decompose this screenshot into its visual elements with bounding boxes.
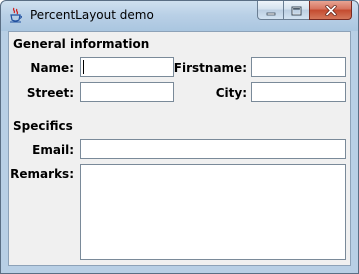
email-input[interactable] bbox=[80, 139, 346, 159]
remarks-label: Remarks: bbox=[10, 167, 74, 181]
app-window: PercentLayout demo General information N… bbox=[0, 0, 359, 274]
window-title: PercentLayout demo bbox=[30, 8, 154, 22]
caption-buttons bbox=[257, 1, 352, 20]
minimize-button[interactable] bbox=[257, 1, 283, 20]
general-information-heading: General information bbox=[13, 37, 150, 51]
street-label: Street: bbox=[26, 86, 74, 100]
city-label: City: bbox=[215, 86, 247, 100]
close-icon bbox=[324, 1, 337, 20]
close-button[interactable] bbox=[309, 1, 352, 20]
city-input[interactable] bbox=[251, 82, 346, 102]
email-label: Email: bbox=[32, 143, 74, 157]
maximize-button[interactable] bbox=[283, 1, 309, 20]
firstname-input[interactable] bbox=[251, 57, 346, 77]
firstname-label: Firstname: bbox=[173, 61, 247, 75]
name-input[interactable] bbox=[80, 57, 174, 77]
content-panel: General information Name: Firstname: Str… bbox=[8, 31, 351, 266]
maximize-icon bbox=[291, 1, 302, 20]
specifics-heading: Specifics bbox=[13, 119, 73, 133]
remarks-textarea[interactable] bbox=[80, 164, 346, 260]
title-bar[interactable]: PercentLayout demo bbox=[1, 1, 358, 31]
java-cup-icon bbox=[8, 7, 24, 23]
minimize-icon bbox=[266, 1, 276, 20]
name-label: Name: bbox=[30, 61, 74, 75]
street-input[interactable] bbox=[80, 82, 174, 102]
text-caret bbox=[83, 60, 84, 74]
